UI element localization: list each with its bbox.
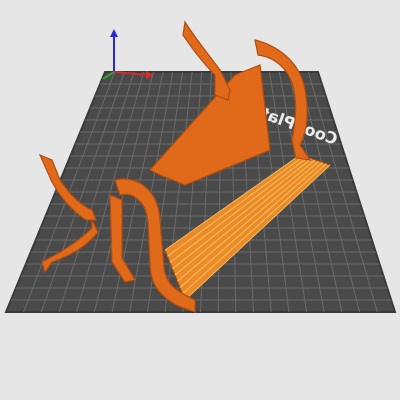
z-arrow-icon [110, 29, 118, 37]
scene[interactable]: Cool Plate [0, 0, 400, 400]
3d-viewport[interactable]: Cool Plate [0, 0, 400, 400]
